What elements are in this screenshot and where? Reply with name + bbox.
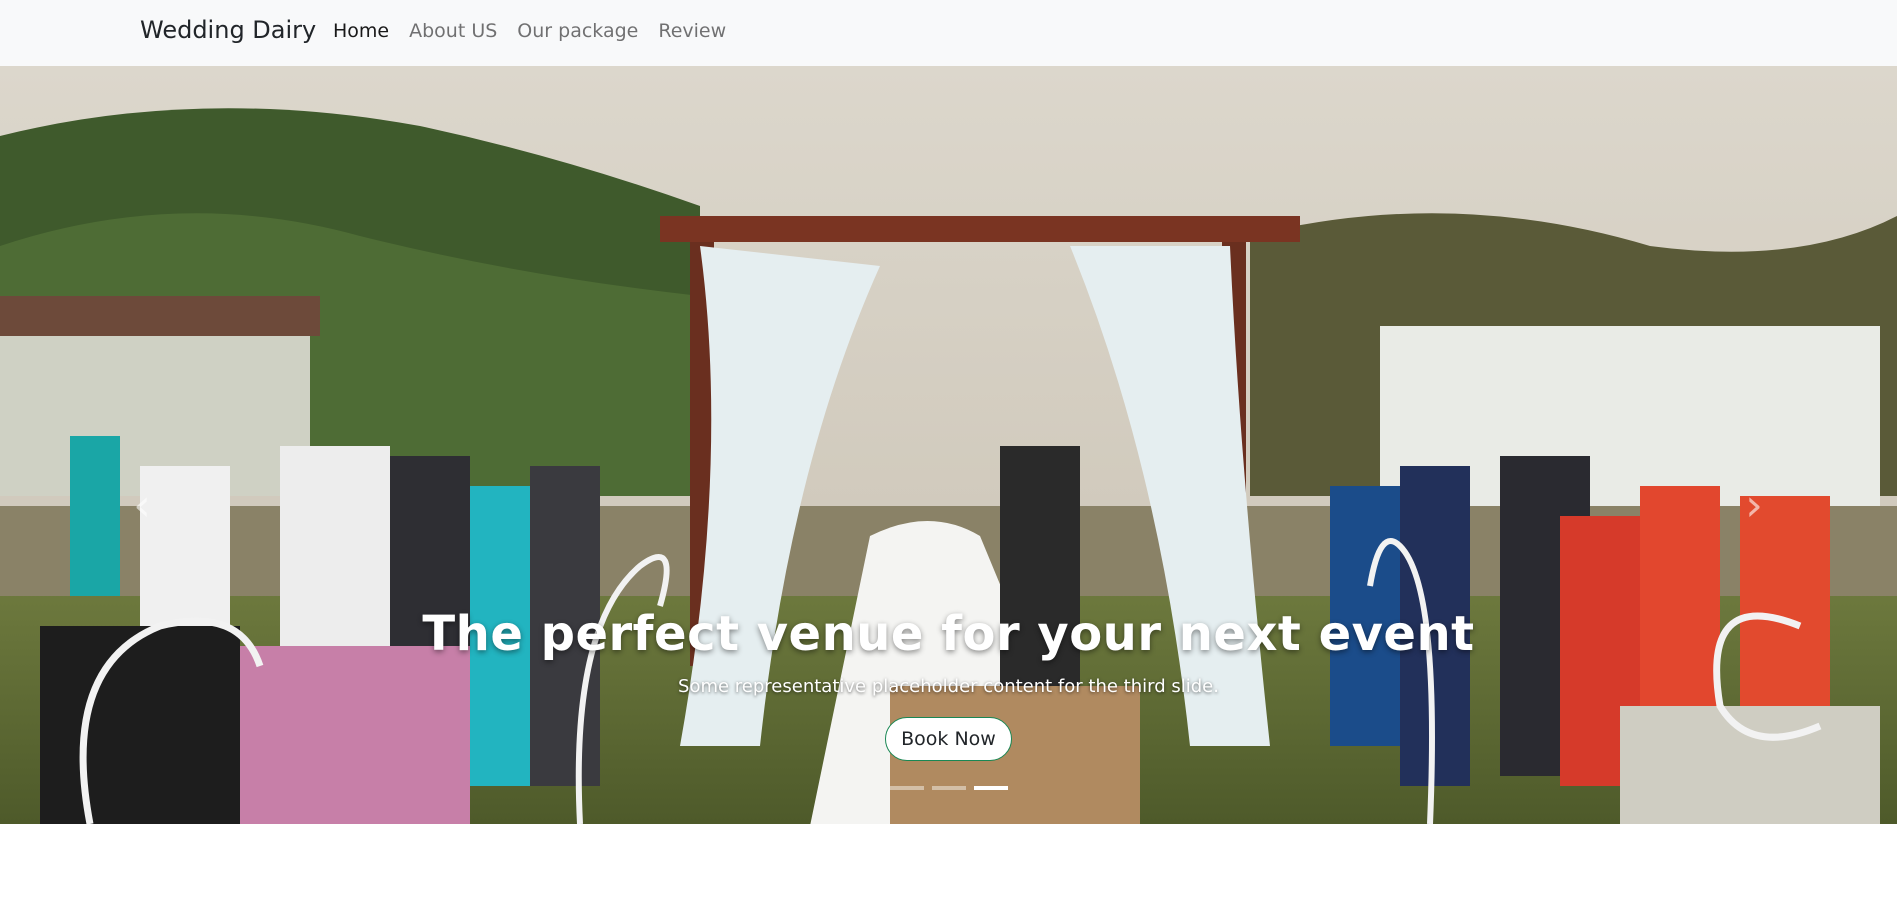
- nav-menu: Home About US Our package Review: [333, 20, 736, 42]
- caption-text: Some representative placeholder content …: [678, 676, 1219, 697]
- caption-title: The perfect venue for your next event: [422, 606, 1475, 662]
- indicator-2[interactable]: [931, 786, 966, 790]
- chevron-right-icon: ›: [1745, 480, 1763, 531]
- book-now-button[interactable]: Book Now: [885, 717, 1012, 761]
- nav-home[interactable]: Home: [333, 20, 399, 42]
- carousel-next-button[interactable]: ›: [1734, 476, 1774, 536]
- carousel-indicators: [0, 786, 1897, 790]
- hero-carousel: ‹ › The perfect venue for your next even…: [0, 66, 1897, 824]
- nav-review[interactable]: Review: [648, 20, 736, 42]
- nav-about-us[interactable]: About US: [399, 20, 507, 42]
- nav-our-package[interactable]: Our package: [507, 20, 648, 42]
- carousel-caption: The perfect venue for your next event So…: [0, 606, 1897, 761]
- navbar: Wedding Dairy Home About US Our package …: [0, 0, 1897, 66]
- chevron-left-icon: ‹: [133, 480, 151, 531]
- carousel-prev-button[interactable]: ‹: [122, 476, 162, 536]
- indicator-1[interactable]: [889, 786, 924, 790]
- indicator-3[interactable]: [973, 786, 1008, 790]
- brand-logo[interactable]: Wedding Dairy: [140, 16, 316, 44]
